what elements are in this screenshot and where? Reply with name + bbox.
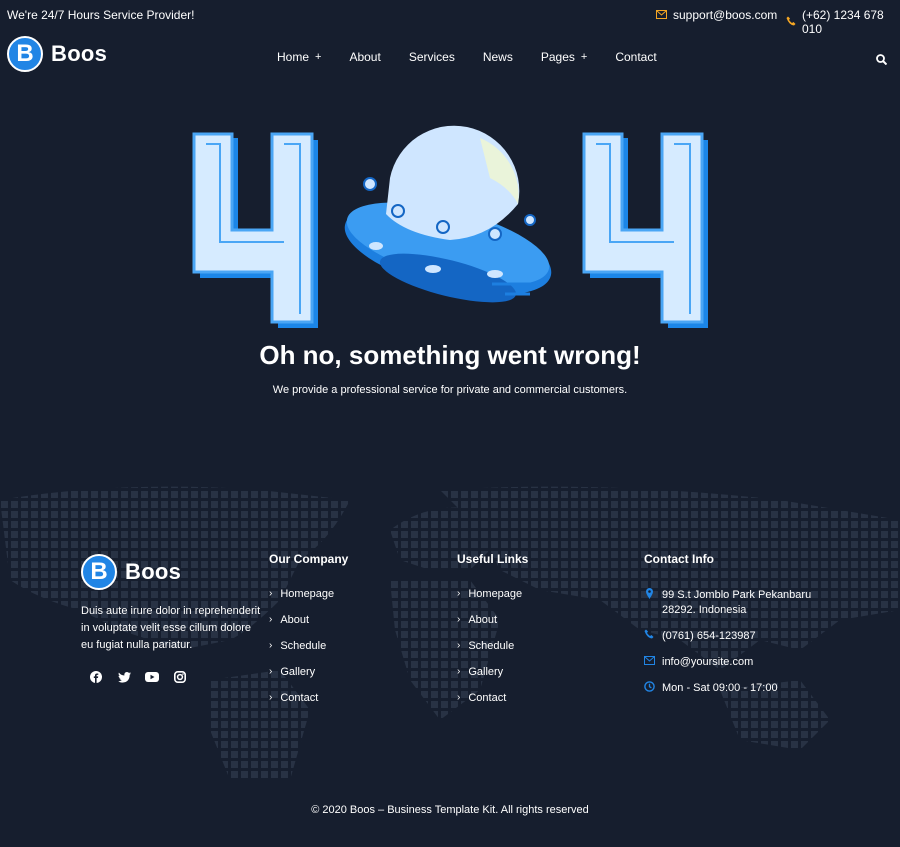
footer-col-title: Useful Links <box>457 552 529 566</box>
nav-item-about[interactable]: About <box>349 50 380 64</box>
facebook-icon[interactable] <box>88 669 104 685</box>
chevron-right-icon: › <box>457 588 461 599</box>
contact-hours-text: Mon - Sat 09:00 - 17:00 <box>662 682 778 694</box>
footer-link-label: Schedule <box>468 640 515 652</box>
nav-item-services[interactable]: Services <box>409 50 455 64</box>
footer-link-label: Gallery <box>280 666 316 678</box>
contact-email-text: info@yoursite.com <box>662 656 754 668</box>
chevron-right-icon: › <box>457 614 461 625</box>
top-email[interactable]: support@boos.com <box>656 8 777 22</box>
footer-col-contact: Contact Info 99 S.t Jomblo Park Pekanbar… <box>644 552 811 708</box>
logo-mark: B <box>81 554 117 590</box>
logo-wordmark: Boos <box>51 41 108 66</box>
nav-label: Pages <box>540 50 575 64</box>
phone-icon <box>786 15 796 29</box>
clock-icon <box>644 681 656 697</box>
footer-link-about[interactable]: › About <box>269 614 348 640</box>
envelope-icon <box>656 8 667 22</box>
error-subline: We provide a professional service for pr… <box>272 384 628 396</box>
top-phone[interactable]: (+62) 1234 678 010 <box>786 8 900 36</box>
plus-icon: + <box>315 51 322 63</box>
chevron-right-icon: › <box>269 666 273 677</box>
footer-link-label: Contact <box>280 692 319 704</box>
contact-address-line2: 28292. Indonesia <box>662 604 747 616</box>
footer-link-label: Gallery <box>468 666 504 678</box>
nav-item-pages[interactable]: Pages + <box>541 50 587 64</box>
tagline: We're 24/7 Hours Service Provider! <box>7 8 195 22</box>
footer-link-label: Homepage <box>280 588 335 600</box>
digit-four-right <box>582 132 708 328</box>
map-marker-icon <box>644 588 656 618</box>
nav-item-contact[interactable]: Contact <box>615 50 656 64</box>
nav-item-home[interactable]: Home + <box>277 50 321 64</box>
top-bar: We're 24/7 Hours Service Provider! suppo… <box>0 0 900 36</box>
nav-label: Home <box>277 50 310 64</box>
footer-link-label: About <box>280 614 310 626</box>
footer-link-homepage[interactable]: › Homepage <box>457 588 528 614</box>
ufo <box>344 125 552 303</box>
footer-link-homepage[interactable]: › Homepage <box>269 588 348 614</box>
nav-label: Contact <box>615 50 657 64</box>
plus-icon: + <box>580 51 588 63</box>
header-logo[interactable]: B Boos <box>7 36 107 72</box>
nav-label: About <box>349 50 381 64</box>
footer-link-label: Schedule <box>280 640 327 652</box>
footer-about: Duis aute irure dolor in reprehenderit i… <box>81 605 261 651</box>
chevron-right-icon: › <box>269 692 273 703</box>
footer-logo[interactable]: B Boos <box>81 554 181 590</box>
main-nav: Home + About Services News Pages + Contact <box>277 50 685 64</box>
chevron-right-icon: › <box>457 692 461 703</box>
nav-label: News <box>482 50 513 64</box>
top-email-text: support@boos.com <box>673 8 778 22</box>
envelope-icon <box>644 655 656 670</box>
chevron-right-icon: › <box>457 640 461 651</box>
footer-link-label: Homepage <box>468 588 523 600</box>
chevron-right-icon: › <box>269 640 273 651</box>
footer-col-company: Our Company › Homepage › About › Schedule ›… <box>269 552 348 718</box>
footer-col-title: Contact Info <box>644 552 714 566</box>
search-icon[interactable] <box>876 52 888 70</box>
copyright: © 2020 Boos – Business Template Kit. All… <box>311 804 589 816</box>
contact-address-line1: 99 S.t Jomblo Park Pekanbaru <box>662 589 812 601</box>
footer-link-gallery[interactable]: › Gallery <box>269 666 348 692</box>
footer-link-about[interactable]: › About <box>457 614 528 640</box>
logo-wordmark: Boos <box>125 559 182 584</box>
footer-link-label: Contact <box>468 692 507 704</box>
footer-link-contact[interactable]: › Contact <box>457 692 528 718</box>
chevron-right-icon: › <box>269 588 273 599</box>
contact-phone[interactable]: (0761) 654-123987 <box>644 629 811 644</box>
phone-icon <box>644 629 656 644</box>
error-headline: Oh no, something went wrong! <box>259 340 641 370</box>
social-links <box>88 669 188 685</box>
footer-link-label: About <box>468 614 498 626</box>
footer-link-gallery[interactable]: › Gallery <box>457 666 528 692</box>
footer-link-contact[interactable]: › Contact <box>269 692 348 718</box>
contact-phone-text: (0761) 654-123987 <box>662 630 756 642</box>
youtube-icon[interactable] <box>144 669 160 685</box>
nav-label: Services <box>408 50 455 64</box>
instagram-icon[interactable] <box>172 669 188 685</box>
footer-link-schedule[interactable]: › Schedule <box>457 640 528 666</box>
nav-item-news[interactable]: News <box>483 50 513 64</box>
logo-mark: B <box>7 36 43 72</box>
contact-hours: Mon - Sat 09:00 - 17:00 <box>644 681 811 697</box>
ufo-404-illustration <box>192 125 708 328</box>
digit-four-left <box>192 132 318 328</box>
top-phone-text: (+62) 1234 678 010 <box>802 8 884 36</box>
chevron-right-icon: › <box>269 614 273 625</box>
twitter-icon[interactable] <box>116 669 132 685</box>
footer-col-title: Our Company <box>269 552 349 566</box>
footer-link-schedule[interactable]: › Schedule <box>269 640 348 666</box>
chevron-right-icon: › <box>457 666 461 677</box>
footer-col-useful: Useful Links › Homepage › About › Schedule … <box>457 552 528 718</box>
contact-email[interactable]: info@yoursite.com <box>644 655 811 670</box>
contact-address: 99 S.t Jomblo Park Pekanbaru 28292. Indon… <box>644 588 811 618</box>
